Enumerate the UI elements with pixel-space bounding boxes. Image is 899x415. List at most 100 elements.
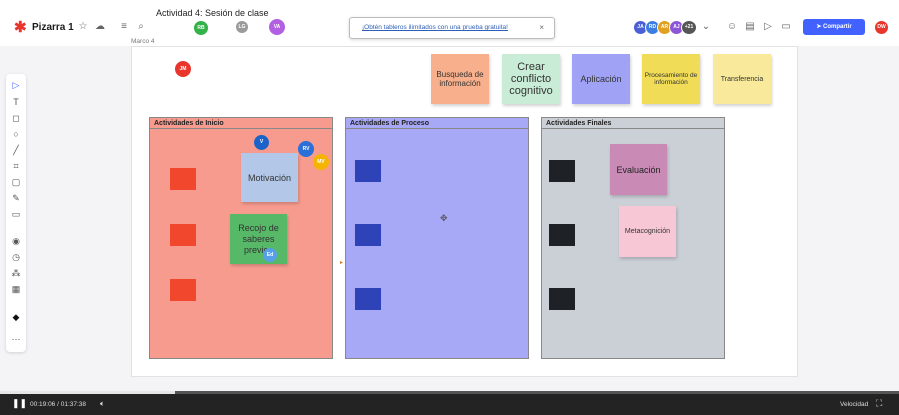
sticky-note[interactable]: Procesamiento de información <box>642 54 700 104</box>
sticky-note-text: Recojo de saberes previos <box>238 222 279 255</box>
text-icon[interactable]: T <box>6 95 26 109</box>
chevron-down-icon[interactable]: ⌄ <box>700 21 712 33</box>
video-time: 00:19:06 / 01:37:38 <box>30 401 87 408</box>
board-title[interactable]: Pizarra 1 <box>32 22 74 33</box>
volume-icon[interactable]: 🔈︎ <box>100 399 105 409</box>
sticky-note-text: Aplicación <box>580 74 622 84</box>
apps-icon[interactable]: ⁂ <box>6 266 26 280</box>
sticky-note[interactable]: Metacognición <box>619 206 676 257</box>
sticky-note[interactable]: Evaluación <box>610 144 667 195</box>
sticky-note-text: Transferencia <box>720 75 764 83</box>
collaborator-cursor: RV <box>298 141 314 157</box>
collaborator-count: +21 <box>684 24 694 30</box>
move-cursor-icon: ✥ <box>440 213 448 223</box>
whiteboard-app: ✱ Pizarra 1 ☆ ☁ ≡ ⌕ Actividad 4: Sesión … <box>0 0 899 415</box>
diamond-icon[interactable]: ◆ <box>6 310 26 324</box>
overlay-avatar-initials: LG <box>238 24 246 30</box>
collaborator-cursor: Ed <box>263 248 277 262</box>
sticky-note[interactable]: Busqueda de información <box>431 54 489 104</box>
send-icon: ➤ <box>816 24 824 30</box>
proceso-square[interactable] <box>355 288 381 310</box>
frame-label[interactable]: Marco 4 <box>131 38 154 45</box>
proceso-square[interactable] <box>355 224 381 246</box>
frame-icon[interactable]: ⌗ <box>6 159 26 173</box>
speed-label[interactable]: Velocidad <box>840 401 868 408</box>
sticky-note[interactable]: Crear conflicto cognitivo <box>502 54 560 104</box>
sticky-note[interactable]: Aplicación <box>572 54 630 104</box>
cursor-initials: JM <box>179 66 187 72</box>
more-icon[interactable]: ⋯ <box>6 332 26 346</box>
sticky-note-text: Metacognición <box>624 228 671 235</box>
promo-link[interactable]: ¡Obtén tableros ilimitados con una prueb… <box>362 24 508 31</box>
template-icon[interactable]: ▭ <box>6 207 26 221</box>
sticky-note-text: Procesamiento de información <box>644 72 698 86</box>
reactions-icon[interactable]: ☺ <box>726 21 738 33</box>
left-toolbar: ▷ T ◻ ○ ╱ ⌗ ▢ ✎ ▭ ◉ ◷ ⁂ ▦ ◆ ⋯ <box>6 74 26 352</box>
grid-icon[interactable]: ▦ <box>6 282 26 296</box>
sticky-note[interactable]: Transferencia <box>713 54 771 104</box>
cursor-initials: Ed <box>266 252 274 258</box>
collaborator-cursor: V <box>254 135 269 150</box>
share-button[interactable]: ➤ Compartir <box>803 19 865 35</box>
sticky-note[interactable]: Recojo de saberes previos <box>230 214 287 264</box>
video-call-icon[interactable]: ▭ <box>780 21 792 33</box>
sticky-note-text: Crear conflicto cognitivo <box>509 61 553 97</box>
session-overlay-title: Actividad 4: Sesión de clase <box>156 8 269 18</box>
sticky-note-icon[interactable]: ◻ <box>6 111 26 125</box>
share-button-label: Compartir <box>823 24 852 30</box>
overlay-avatar: VA <box>268 18 286 36</box>
video-progress-bar[interactable] <box>0 391 899 394</box>
collaborator-initials: AJ <box>673 24 680 30</box>
collaborator-cursor: MV <box>313 154 329 170</box>
cursor-initials: RV <box>302 146 310 152</box>
inicio-square[interactable] <box>170 279 196 301</box>
eye-icon[interactable]: ◉ <box>6 234 26 248</box>
collaborator-initials: JA <box>637 24 644 30</box>
cursor-initials: MV <box>317 159 325 165</box>
sticky-note-text: Motivación <box>247 172 292 183</box>
select-icon[interactable]: ▷ <box>6 78 26 92</box>
collaborator-count-badge[interactable]: +21 <box>681 20 697 35</box>
cursor-initials: V <box>259 139 264 145</box>
proceso-square[interactable] <box>355 160 381 182</box>
video-player-bar: ❚❚ 00:19:06 / 01:37:38 🔈︎ Velocidad ⛶ <box>0 391 899 415</box>
search-icon[interactable]: ⌕ <box>135 21 147 33</box>
star-icon[interactable]: ☆ <box>77 21 89 33</box>
sticky-note-text: Evaluación <box>616 164 661 175</box>
close-icon[interactable]: × <box>539 23 544 32</box>
column-title: Actividades de Proceso <box>346 118 528 129</box>
pause-icon[interactable]: ❚❚ <box>12 398 27 409</box>
present-icon[interactable]: ▷ <box>762 21 774 33</box>
video-progress-fill <box>0 391 176 394</box>
collaborator-initials: AR <box>660 24 669 30</box>
overlay-avatar-initials: VA <box>273 24 281 30</box>
comment-icon[interactable]: ▢ <box>6 175 26 189</box>
inicio-square[interactable] <box>170 168 196 190</box>
finales-square[interactable] <box>549 160 575 182</box>
finales-square[interactable] <box>549 224 575 246</box>
comments-icon[interactable]: ▤ <box>744 21 756 33</box>
column-title: Actividades Finales <box>542 118 724 129</box>
column-title: Actividades de Inicio <box>150 118 332 129</box>
overlay-avatar-initials: RB <box>197 25 205 31</box>
connector-arrow-icon: ▸ <box>340 260 344 266</box>
shape-icon[interactable]: ○ <box>6 127 26 141</box>
line-icon[interactable]: ╱ <box>6 143 26 157</box>
pen-icon[interactable]: ✎ <box>6 191 26 205</box>
fullscreen-icon[interactable]: ⛶ <box>876 398 882 409</box>
app-logo-icon: ✱ <box>14 19 27 36</box>
inicio-square[interactable] <box>170 224 196 246</box>
overlay-avatar: LG <box>235 20 249 34</box>
user-initials: DW <box>877 24 886 30</box>
collaborator-cursor: JM <box>175 61 191 77</box>
cloud-icon: ☁ <box>95 21 105 32</box>
user-avatar[interactable]: DW <box>874 20 889 35</box>
menu-icon[interactable]: ≡ <box>118 21 130 33</box>
timer-icon[interactable]: ◷ <box>6 250 26 264</box>
collaborator-initials: RD <box>648 24 657 30</box>
sticky-note-text: Busqueda de información <box>436 70 484 88</box>
sticky-note[interactable]: Motivación <box>241 153 298 202</box>
finales-square[interactable] <box>549 288 575 310</box>
promo-banner[interactable]: ¡Obtén tableros ilimitados con una prueb… <box>349 17 555 39</box>
overlay-avatar: RB <box>193 20 209 36</box>
